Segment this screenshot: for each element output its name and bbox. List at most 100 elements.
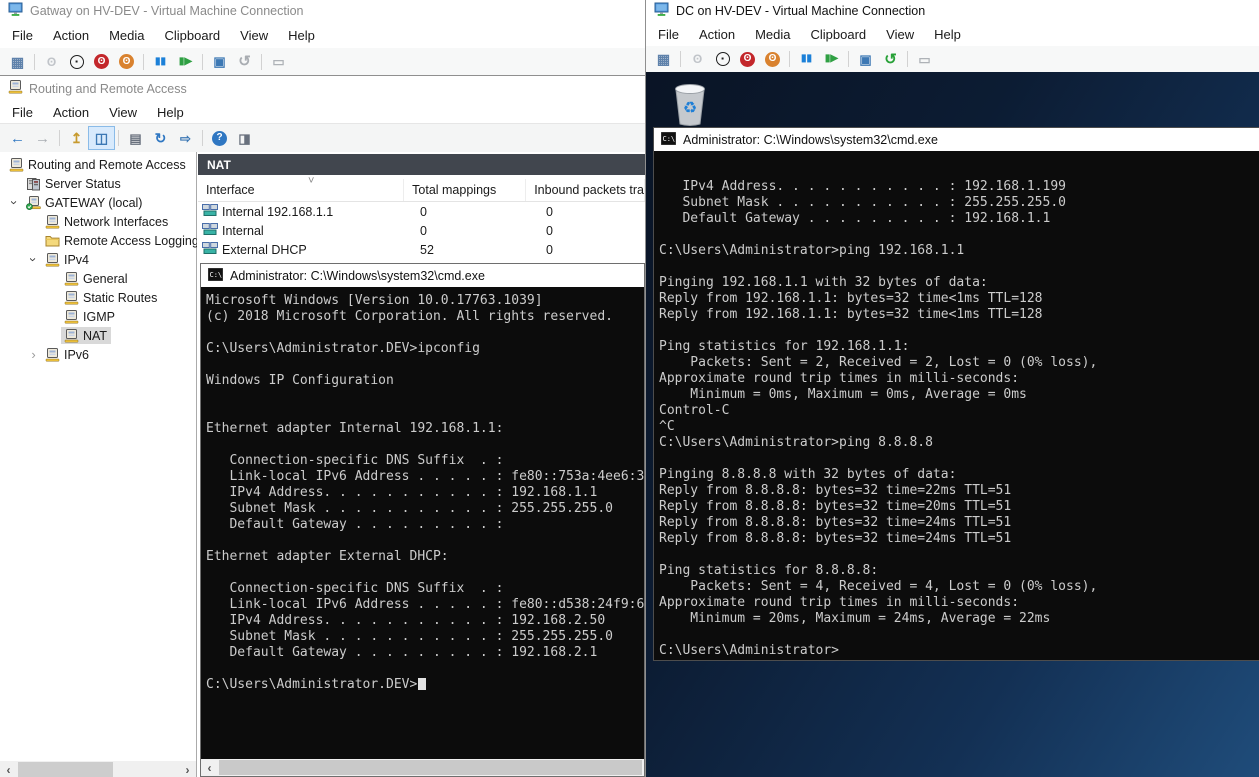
tree-item-static-routes[interactable]: Static Routes: [0, 288, 196, 307]
console-line: IPv4 Address. . . . . . . . . . . : 192.…: [206, 485, 644, 501]
menu-help[interactable]: Help: [924, 27, 971, 42]
console-output-gateway[interactable]: Microsoft Windows [Version 10.0.17763.10…: [201, 287, 644, 759]
scroll-left-arrow[interactable]: ‹: [0, 763, 17, 777]
tree-item-gateway-local[interactable]: ›GATEWAY (local): [0, 193, 196, 212]
console-line: Approximate round trip times in milli-se…: [659, 371, 1259, 387]
menu-view[interactable]: View: [99, 105, 147, 120]
panel-title: NAT: [207, 158, 231, 172]
network-interface-icon: [202, 223, 218, 239]
tree-item-network-interfaces[interactable]: Network Interfaces: [0, 212, 196, 231]
tree-item-content: Static Routes: [61, 289, 161, 306]
menu-file[interactable]: File: [2, 28, 43, 43]
tree-item-general[interactable]: General: [0, 269, 196, 288]
start-icon[interactable]: ʘ: [39, 51, 64, 73]
cmd-window-dc[interactable]: C:\ Administrator: C:\Windows\system32\c…: [653, 127, 1259, 661]
enhanced-session-icon[interactable]: ▭: [912, 48, 937, 70]
menu-action[interactable]: Action: [43, 28, 99, 43]
tree-item-routing-and-remote-access[interactable]: Routing and Remote Access: [0, 155, 196, 174]
console-line: C:\Users\Administrator.DEV>ipconfig: [206, 341, 644, 357]
up-one-level-icon[interactable]: ↥: [64, 127, 89, 149]
rras-server-icon: [8, 80, 23, 97]
shut-down-icon[interactable]: ʘ: [89, 51, 114, 73]
properties-icon[interactable]: ▤: [123, 127, 148, 149]
cmd-titlebar-dc[interactable]: C:\ Administrator: C:\Windows\system32\c…: [654, 128, 1259, 151]
chevron-collapsed-icon[interactable]: ›: [25, 347, 42, 362]
chevron-expanded-icon[interactable]: ›: [26, 251, 41, 268]
vm-icon: [654, 2, 670, 20]
tree-item-label: IPv6: [64, 348, 89, 362]
scroll-thumb[interactable]: [18, 762, 113, 777]
checkpoint-icon[interactable]: ▣: [853, 48, 878, 70]
tree-horizontal-scrollbar[interactable]: ‹ ›: [0, 761, 196, 777]
table-row[interactable]: Internal00: [198, 221, 645, 240]
server-icon: [43, 253, 61, 267]
turn-off-icon[interactable]: ▪: [64, 51, 89, 73]
column-header-interface[interactable]: Interface ˅: [198, 179, 404, 201]
menu-file[interactable]: File: [2, 105, 43, 120]
menu-view[interactable]: View: [230, 28, 278, 43]
tree-item-label: Static Routes: [83, 291, 157, 305]
menu-clipboard[interactable]: Clipboard: [155, 28, 231, 43]
tree-item-igmp[interactable]: IGMP: [0, 307, 196, 326]
menu-help[interactable]: Help: [147, 105, 194, 120]
tree-item-nat[interactable]: NAT: [0, 326, 196, 345]
console-line: Link-local IPv6 Address . . . . . : fe80…: [206, 469, 644, 485]
menu-file[interactable]: File: [648, 27, 689, 42]
rras-title: Routing and Remote Access: [29, 82, 187, 96]
ctrl-alt-del-icon[interactable]: ▦: [651, 48, 676, 70]
console-line: C:\Users\Administrator>: [659, 643, 1259, 659]
scroll-right-arrow[interactable]: ›: [179, 763, 196, 777]
vm-desktop[interactable]: ♻ Recycle Bin C:\ Administrator: C:\Wind…: [646, 72, 1259, 777]
ctrl-alt-del-icon[interactable]: ▦: [5, 51, 30, 73]
show-console-tree-icon[interactable]: ◫: [89, 127, 114, 149]
pause-icon[interactable]: ▮▮: [148, 51, 173, 73]
rras-titlebar[interactable]: Routing and Remote Access: [0, 76, 645, 101]
help-icon[interactable]: ?: [207, 127, 232, 149]
cmd-titlebar-gateway[interactable]: C:\ Administrator: C:\Windows\system32\c…: [201, 264, 644, 287]
revert-icon[interactable]: ↺: [232, 51, 257, 73]
tree-item-ipv4[interactable]: ›IPv4: [0, 250, 196, 269]
save-icon[interactable]: ʘ: [760, 48, 785, 70]
back-icon[interactable]: ←: [5, 127, 30, 149]
tree-item-ipv6[interactable]: › IPv6: [0, 345, 196, 364]
tree-item-remote-access-logging[interactable]: Remote Access Logging: [0, 231, 196, 250]
reset-icon[interactable]: ▮▶: [173, 51, 198, 73]
export-list-icon[interactable]: ⇨: [173, 127, 198, 149]
cmd-horizontal-scrollbar[interactable]: ‹: [201, 759, 644, 776]
console-line: Reply from 8.8.8.8: bytes=32 time=22ms T…: [659, 483, 1259, 499]
start-icon[interactable]: ʘ: [685, 48, 710, 70]
menu-clipboard[interactable]: Clipboard: [801, 27, 877, 42]
scroll-thumb[interactable]: [219, 760, 642, 775]
save-icon[interactable]: ʘ: [114, 51, 139, 73]
enhanced-session-icon[interactable]: ▭: [266, 51, 291, 73]
chevron-expanded-icon[interactable]: ›: [7, 194, 22, 211]
turn-off-icon[interactable]: ▪: [710, 48, 735, 70]
column-header-inbound-packets[interactable]: Inbound packets tra: [526, 179, 645, 201]
table-row[interactable]: Internal 192.168.1.100: [198, 202, 645, 221]
console-line: Connection-specific DNS Suffix . :: [206, 581, 644, 597]
menu-media[interactable]: Media: [99, 28, 154, 43]
console-line: Windows IP Configuration: [206, 373, 644, 389]
revert-icon[interactable]: ↺: [878, 48, 903, 70]
menu-media[interactable]: Media: [745, 27, 800, 42]
column-header-total-mappings[interactable]: Total mappings: [404, 179, 526, 201]
menu-help[interactable]: Help: [278, 28, 325, 43]
pause-icon[interactable]: ▮▮: [794, 48, 819, 70]
cell-total-mappings: 0: [411, 205, 537, 219]
forward-icon[interactable]: →: [30, 127, 55, 149]
dc-titlebar[interactable]: DC on HV-DEV - Virtual Machine Connectio…: [646, 0, 1259, 22]
menu-action[interactable]: Action: [689, 27, 745, 42]
tree-item-server-status[interactable]: Server Status: [0, 174, 196, 193]
reset-icon[interactable]: ▮▶: [819, 48, 844, 70]
refresh-icon[interactable]: ↻: [148, 127, 173, 149]
menu-action[interactable]: Action: [43, 105, 99, 120]
checkpoint-icon[interactable]: ▣: [207, 51, 232, 73]
scroll-left-arrow[interactable]: ‹: [201, 761, 218, 775]
show-taskpad-icon[interactable]: ◨: [232, 127, 257, 149]
menu-view[interactable]: View: [876, 27, 924, 42]
table-row[interactable]: External DHCP520: [198, 240, 645, 259]
cmd-window-gateway[interactable]: C:\ Administrator: C:\Windows\system32\c…: [200, 263, 645, 777]
gateway-titlebar[interactable]: Gatway on HV-DEV - Virtual Machine Conne…: [0, 0, 645, 22]
shut-down-icon[interactable]: ʘ: [735, 48, 760, 70]
console-output-dc[interactable]: IPv4 Address. . . . . . . . . . . : 192.…: [654, 151, 1259, 660]
